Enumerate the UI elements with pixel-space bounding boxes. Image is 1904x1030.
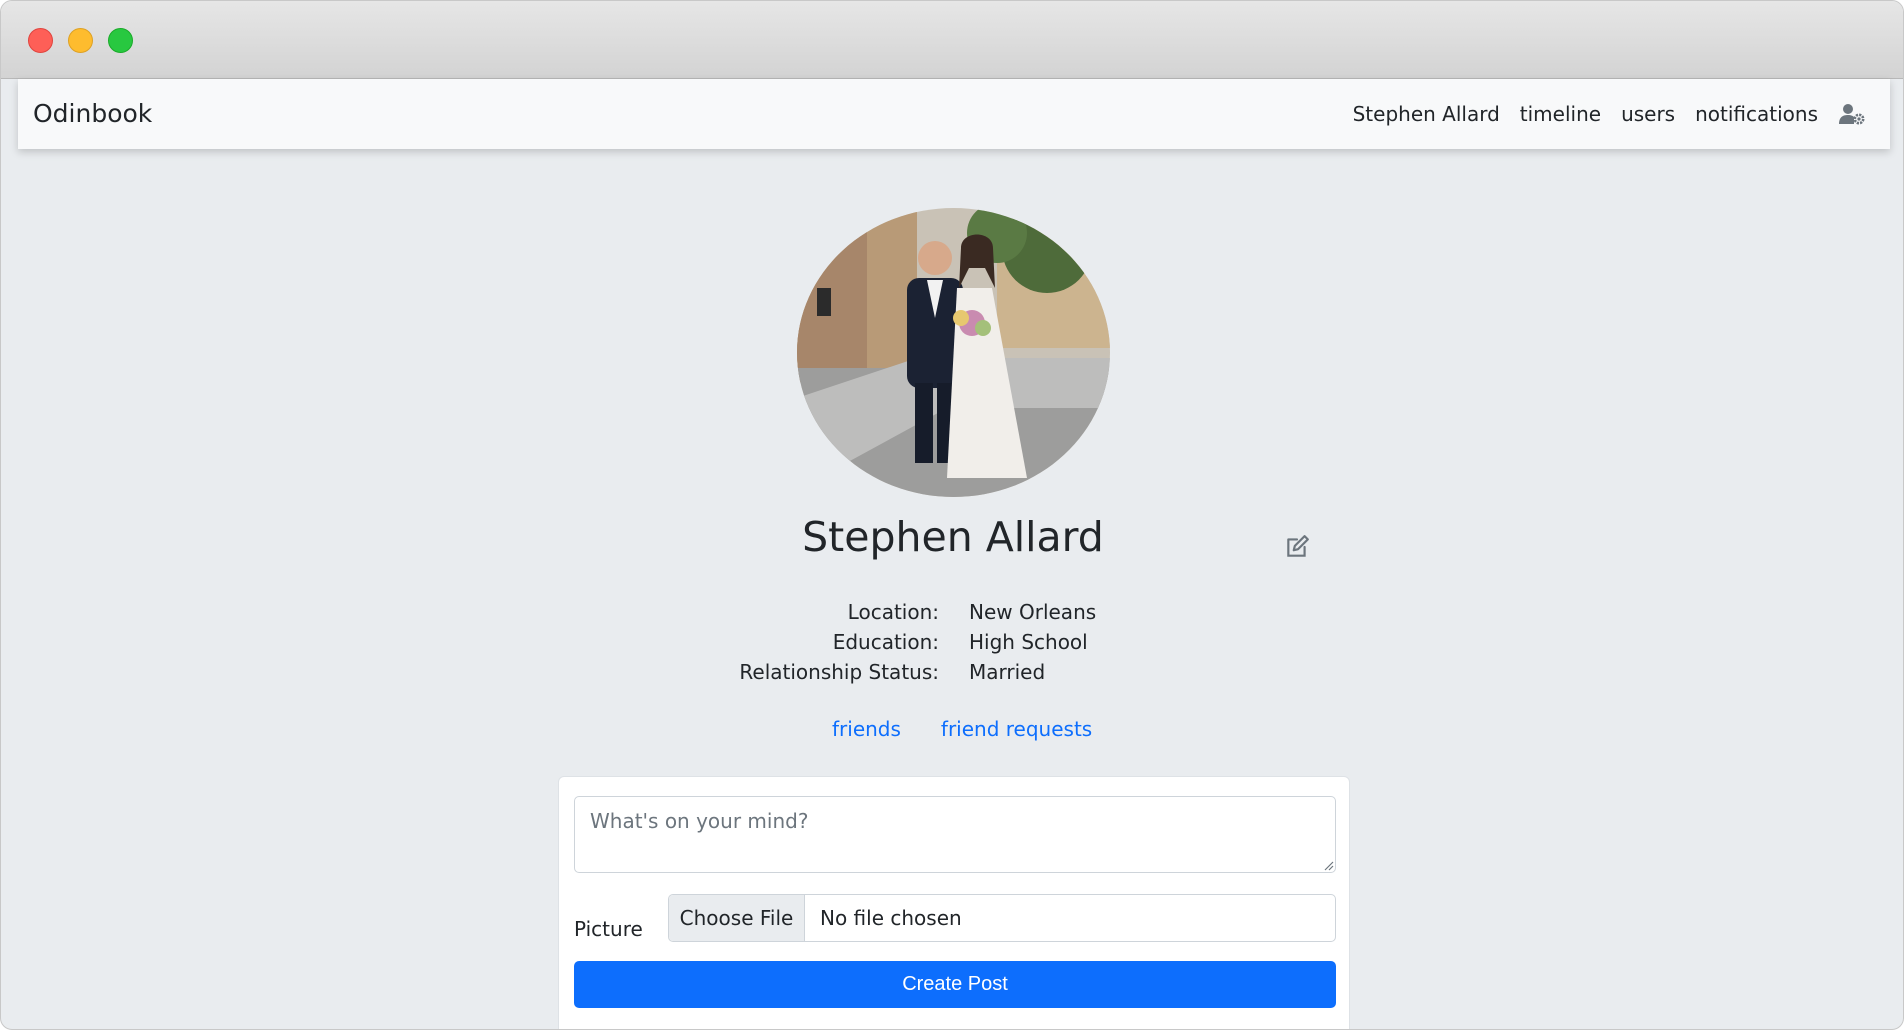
user-gear-icon[interactable] [1838, 102, 1866, 126]
window-maximize-button[interactable] [108, 28, 133, 53]
profile-details: Location: New Orleans Education: High Sc… [701, 597, 1221, 687]
detail-label: Relationship Status: [739, 660, 939, 684]
post-text-input[interactable] [574, 796, 1336, 873]
nav-link-users[interactable]: users [1621, 102, 1675, 126]
browser-window: Odinbook Stephen Allard timeline users n… [0, 0, 1904, 1030]
window-close-button[interactable] [28, 28, 53, 53]
picture-label: Picture [574, 917, 643, 941]
create-post-button[interactable]: Create Post [574, 961, 1336, 1008]
friend-requests-link[interactable]: friend requests [941, 717, 1092, 741]
window-minimize-button[interactable] [68, 28, 93, 53]
detail-value: High School [969, 630, 1088, 654]
create-post-card: Picture Choose File No file chosen Creat… [558, 776, 1350, 1029]
navbar: Odinbook Stephen Allard timeline users n… [18, 79, 1890, 149]
profile-photo [797, 208, 1110, 497]
nav-link-timeline[interactable]: timeline [1520, 102, 1601, 126]
detail-label: Location: [847, 600, 939, 624]
profile-photo-image [797, 208, 1110, 497]
file-status: No file chosen [820, 906, 962, 930]
nav-link-notifications[interactable]: notifications [1695, 102, 1818, 126]
friends-link[interactable]: friends [832, 717, 901, 741]
detail-value: Married [969, 660, 1046, 684]
choose-file-button[interactable]: Choose File [669, 895, 805, 941]
detail-row-education: Education: High School [701, 627, 1221, 657]
detail-row-location: Location: New Orleans [701, 597, 1221, 627]
detail-label: Education: [832, 630, 939, 654]
profile-name: Stephen Allard [802, 513, 1104, 561]
nav-links: Stephen Allard timeline users notificati… [1333, 79, 1866, 149]
edit-icon[interactable] [1284, 534, 1310, 560]
nav-link-profile[interactable]: Stephen Allard [1353, 102, 1500, 126]
brand-link[interactable]: Odinbook [33, 79, 152, 149]
profile-links: friends friend requests [832, 717, 1092, 741]
detail-value: New Orleans [969, 600, 1097, 624]
detail-row-relationship: Relationship Status: Married [701, 657, 1221, 687]
picture-file-input[interactable]: Choose File No file chosen [668, 894, 1336, 942]
window-titlebar [1, 1, 1903, 79]
